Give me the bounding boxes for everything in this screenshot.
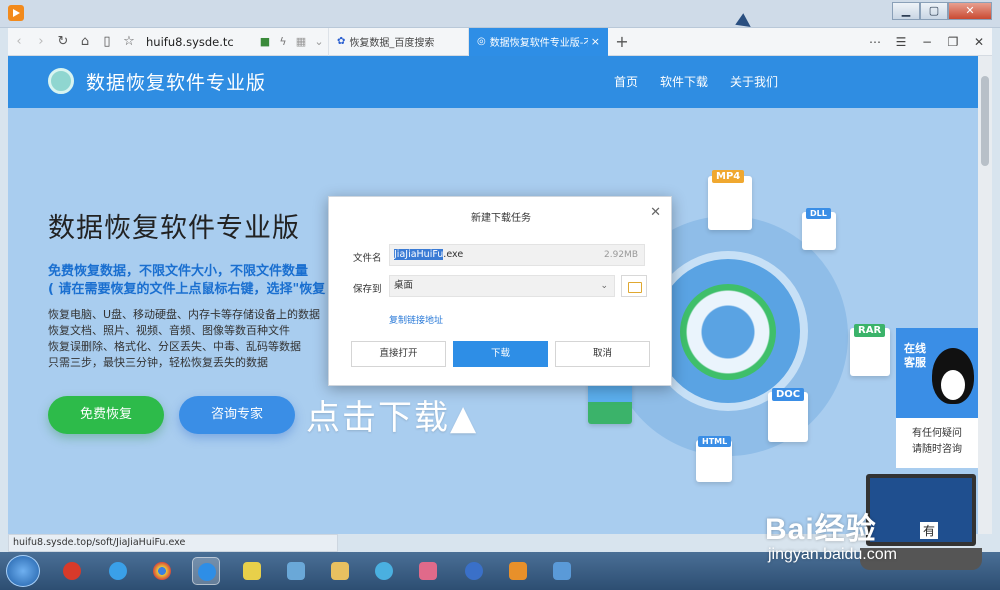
lightning-icon[interactable]: ϟ [274,35,292,48]
qq-penguin-icon [932,348,974,404]
site-logo-text[interactable]: 数据恢复软件专业版 [86,68,266,95]
rar-badge: RAR [854,324,886,337]
more-icon[interactable]: ⋯ [862,35,888,49]
menu-item-home[interactable]: 首页 [614,73,638,90]
support-line-2: 请随时咨询 [912,444,962,455]
site-header: 数据恢复软件专业版 首页 软件下载 关于我们 [8,56,978,108]
html-badge: HTML [698,436,732,447]
hero-feature-line: 恢复文档、照片、视频、音频、图像等数百种文件 [48,324,290,337]
download-button[interactable]: 下载 [453,341,548,367]
chevron-down-icon[interactable]: ⌄ [310,35,328,48]
reader-icon[interactable]: ▯ [96,34,118,49]
media-icon[interactable] [460,557,488,585]
browser-taskbar-icon[interactable] [192,557,220,585]
browser-toolbar: ‹ › ↻ ⌂ ▯ ☆ huifu8.sysde.tc ■ ϟ ▦ ⌄ ✿ 恢复… [8,27,992,56]
tab-label: 数据恢复软件专业版-不花钱 [489,38,588,49]
open-directly-button[interactable]: 直接打开 [351,341,446,367]
grid-icon[interactable]: ▦ [292,35,310,48]
extension-icon[interactable]: ■ [256,35,274,48]
folder-icon[interactable] [326,557,354,585]
window-controls: ▁ ▢ ✕ [892,2,992,20]
consult-expert-button[interactable]: 咨询专家 [179,396,295,434]
filename-label: 文件名 [353,253,382,264]
hero-feature-line: 恢复电脑、U盘、移动硬盘、内存卡等存储设备上的数据 [48,308,321,321]
filename-selection: JiaJiaHuiFu [394,249,444,260]
dialog-title: 新建下载任务 [471,213,531,224]
forward-icon[interactable]: › [30,34,52,49]
maximize-button[interactable]: ▢ [920,2,948,20]
hero-feature-line: 恢复误删除、格式化、分区丢失、中毒、乱码等数据 [48,340,301,353]
restore-icon[interactable]: ❐ [940,35,966,49]
hero-feature-line: 只需三步，最快三分钟，轻松恢复丢失的数据 [48,356,268,369]
page-scrollbar[interactable] [978,56,992,534]
hero-subtitle-1: 免费恢复数据，不限文件大小，不限文件数量 [48,264,309,279]
saveto-label: 保存到 [353,284,382,295]
app-icon [8,5,24,21]
video-player-icon[interactable] [504,557,532,585]
tab-label: 恢复数据_百度搜索 [349,38,435,49]
menu-icon[interactable]: ☰ [888,35,914,49]
close-icon[interactable]: ✕ [650,205,661,220]
hero-subtitle-2: ( 请在需要恢复的文件上点鼠标右键，选择"恢复 [48,282,326,297]
filename-extension: .exe [443,249,464,260]
download-dialog: 新建下载任务 ✕ 文件名 JiaJiaHuiFu.exe 2.92MB 保存到 … [328,196,672,386]
status-url: huifu8.sysde.top/soft/JiaJiaHuiFu.exe [8,534,338,552]
menu-item-download[interactable]: 软件下载 [660,73,708,90]
chrome-icon[interactable] [148,557,176,585]
back-icon[interactable]: ‹ [8,34,30,49]
globe-icon: ◎ [477,36,486,47]
click-download-caption: 点击下载▲ [306,398,479,438]
doc-badge: DOC [772,388,805,401]
chevron-down-icon: ⌄ [600,281,608,291]
notes-icon[interactable] [238,557,266,585]
image-file-icon [588,380,632,424]
online-support-label: 在线客服 [904,342,926,369]
close-button[interactable]: ✕ [948,2,992,20]
new-tab-button[interactable]: + [608,32,636,51]
cancel-button[interactable]: 取消 [555,341,650,367]
pinwheel-icon[interactable] [370,557,398,585]
tab-baidu-search[interactable]: ✿ 恢复数据_百度搜索 [328,27,468,56]
logo-icon [48,68,74,94]
close-icon[interactable]: ✕ [966,35,992,49]
dll-badge: DLL [806,208,831,219]
support-line-1: 有任何疑问 [912,428,962,439]
network-icon[interactable] [548,557,576,585]
site-menu: 首页 软件下载 关于我们 [614,73,778,90]
laptop-label: 有 [920,522,939,539]
baidu-jingyan-watermark: Bai经验 [765,513,877,546]
filename-field[interactable]: JiaJiaHuiFu.exe 2.92MB [389,244,645,266]
tab-close-icon[interactable]: × [591,35,600,48]
file-size: 2.92MB [604,250,638,260]
control-panel-icon[interactable] [282,557,310,585]
hero-title: 数据恢复软件专业版 [48,213,300,244]
copy-link-button[interactable]: 复制链接地址 [389,313,443,326]
tab-recovery-site[interactable]: ◎ 数据恢复软件专业版-不花钱 × [468,27,608,56]
ie-browser-icon[interactable] [104,557,132,585]
start-button[interactable] [6,555,40,587]
bookmark-star-icon[interactable]: ☆ [118,34,140,49]
refresh-icon[interactable]: ↻ [52,34,74,49]
saveto-select[interactable]: 桌面 ⌄ [389,275,615,297]
watermark-url: jingyan.baidu.com [768,546,897,563]
minimize-icon[interactable]: − [914,35,940,49]
home-icon[interactable]: ⌂ [74,34,96,49]
address-bar[interactable]: huifu8.sysde.tc [146,35,256,49]
mp4-file-icon [708,176,752,230]
free-recover-button[interactable]: 免费恢复 [48,396,164,434]
saveto-value: 桌面 [394,280,414,291]
minimize-button[interactable]: ▁ [892,2,920,20]
folder-icon[interactable] [621,275,647,297]
baidu-paw-icon: ✿ [337,36,346,47]
mp4-badge: MP4 [712,170,745,183]
online-support-widget[interactable]: 在线客服 有任何疑问 请随时咨询 [896,328,978,468]
recovery-arrows-icon [680,284,776,380]
scrollbar-thumb[interactable] [981,76,989,166]
menu-item-about[interactable]: 关于我们 [730,73,778,90]
paint-icon[interactable] [414,557,442,585]
window-titlebar: ▁ ▢ ✕ [0,0,1000,28]
taskbar-app-icon[interactable] [58,557,86,585]
